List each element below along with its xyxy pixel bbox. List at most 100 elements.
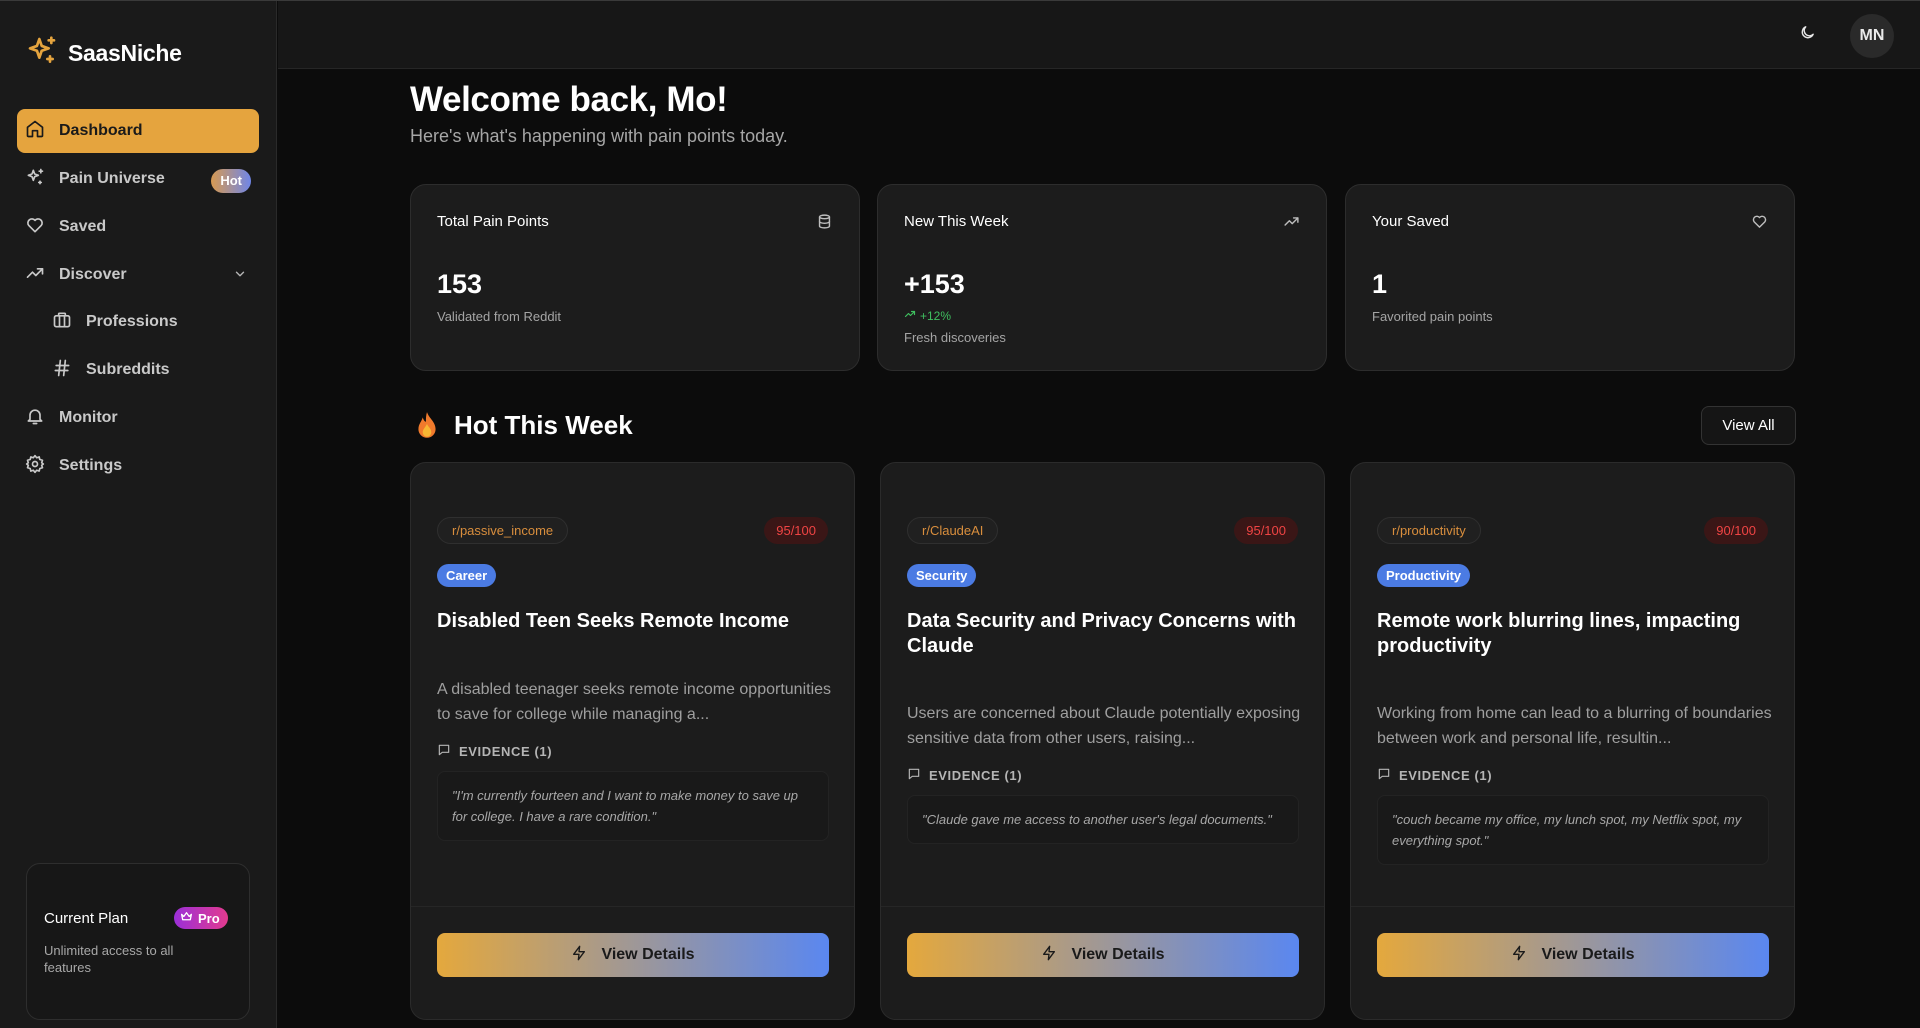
sidebar-item-label: Dashboard [59,122,143,139]
home-icon [25,119,45,144]
category-badge: Productivity [1377,564,1471,587]
score-badge: 90/100 [1704,517,1768,544]
page-subtitle: Here's what's happening with pain points… [410,126,788,146]
score-badge: 95/100 [764,517,828,544]
current-plan-card: Current Plan Pro Unlimited access to all… [26,863,250,1020]
card-divider [411,906,854,907]
sidebar-item-subreddits[interactable]: Subreddits [44,348,259,392]
stat-subtext: Favorited pain points [1372,309,1493,324]
stat-card-new-this-week: New This Week +153 +12% Fresh discoverie… [877,184,1327,371]
gear-icon [25,454,45,479]
evidence-quote: "I'm currently fourteen and I want to ma… [437,771,829,841]
category-badge: Career [437,564,497,587]
view-details-button[interactable]: View Details [1377,933,1769,977]
trend-value: +12% [920,308,952,323]
view-all-button[interactable]: View All [1701,406,1796,445]
stat-card-saved: Your Saved 1 Favorited pain points [1345,184,1795,371]
evidence-quote: "Claude gave me access to another user's… [907,795,1299,844]
avatar[interactable]: MN [1850,14,1894,58]
sparkle-logo-icon [26,35,58,72]
stat-title: Total Pain Points [437,213,549,230]
evidence-count: EVIDENCE (1) [1399,768,1493,783]
pain-point-card[interactable]: r/productivity 90/100 Productivity Remot… [1350,462,1795,1020]
pro-badge: Pro [174,907,228,929]
subreddit-tag[interactable]: r/ClaudeAI [907,517,999,544]
flame-icon [414,411,440,446]
page-title: Welcome back, Mo! [410,80,728,119]
topbar [278,1,1920,69]
pro-badge-label: Pro [198,910,220,926]
card-divider [1351,906,1794,907]
zap-icon [1511,945,1527,966]
sidebar-item-label: Discover [59,266,127,283]
message-square-icon [907,767,921,784]
sidebar-item-label: Professions [86,313,178,330]
database-icon [816,213,833,235]
card-divider [881,906,1324,907]
evidence-label: EVIDENCE (1) [437,743,552,760]
sidebar-item-label: Monitor [59,409,118,426]
stat-value: +153 [904,269,965,299]
view-details-label: View Details [601,946,695,963]
hash-icon [52,358,72,383]
pain-point-card[interactable]: r/ClaudeAI 95/100 Security Data Security… [880,462,1325,1020]
card-title: Data Security and Privacy Concerns with … [907,610,1297,657]
section-title: Hot This Week [454,410,633,440]
stat-value: 153 [437,269,483,299]
score-badge: 95/100 [1234,517,1298,544]
message-square-icon [437,743,451,760]
category-badge: Security [907,564,977,587]
subreddit-tag[interactable]: r/passive_income [437,517,569,544]
sidebar-item-saved[interactable]: Saved [17,205,259,249]
card-description: A disabled teenager seeks remote income … [437,681,832,723]
trending-up-icon [904,308,916,323]
sidebar-item-label: Settings [59,457,123,474]
view-details-button[interactable]: View Details [437,933,829,977]
zap-icon [1041,945,1057,966]
message-square-icon [1377,767,1391,784]
card-description: Users are concerned about Claude potenti… [907,705,1301,747]
trending-up-icon [25,263,45,288]
sidebar-item-settings[interactable]: Settings [17,444,259,488]
card-title: Disabled Teen Seeks Remote Income [437,610,789,632]
evidence-label: EVIDENCE (1) [1377,767,1492,784]
view-details-button[interactable]: View Details [907,933,1299,977]
trend-indicator: +12% [904,308,951,323]
stat-value: 1 [1372,269,1388,299]
stat-title: Your Saved [1372,213,1450,230]
pain-point-card[interactable]: r/passive_income 95/100 Career Disabled … [410,462,855,1020]
plan-title: Current Plan [44,910,129,927]
sidebar-item-monitor[interactable]: Monitor [17,396,259,440]
moon-icon [1799,24,1816,46]
bell-icon [25,406,45,431]
crown-icon [180,910,193,926]
briefcase-icon [52,310,72,335]
sidebar-item-dashboard[interactable]: Dashboard [17,109,259,153]
subreddit-tag[interactable]: r/productivity [1377,517,1481,544]
sidebar-item-pain-universe[interactable]: Pain Universe Hot [17,157,259,201]
brand[interactable]: SaasNiche [26,35,182,72]
sidebar-item-label: Subreddits [86,361,170,378]
evidence-count: EVIDENCE (1) [459,744,553,759]
brand-name: SaasNiche [68,40,182,66]
evidence-quote: "couch became my office, my lunch spot, … [1377,795,1769,865]
trending-up-icon [1283,213,1300,235]
evidence-label: EVIDENCE (1) [907,767,1022,784]
heart-icon [1751,213,1768,235]
sidebar-item-label: Saved [59,218,107,235]
sidebar: SaasNiche Dashboard Pain Universe Hot Sa… [0,1,277,1028]
view-details-label: View Details [1541,946,1635,963]
hot-badge: Hot [211,169,251,193]
plan-description: Unlimited access to all features [44,943,174,975]
heart-icon [25,215,45,240]
chevron-down-icon[interactable] [233,267,247,286]
sidebar-item-discover[interactable]: Discover [17,253,259,297]
stat-title: New This Week [904,213,1009,230]
stat-subtext: Fresh discoveries [904,330,1006,345]
view-details-label: View Details [1071,946,1165,963]
zap-icon [571,945,587,966]
sparkles-icon [25,167,45,192]
theme-toggle-button[interactable] [1794,22,1820,48]
sidebar-item-professions[interactable]: Professions [44,300,259,344]
card-description: Working from home can lead to a blurring… [1377,705,1772,747]
